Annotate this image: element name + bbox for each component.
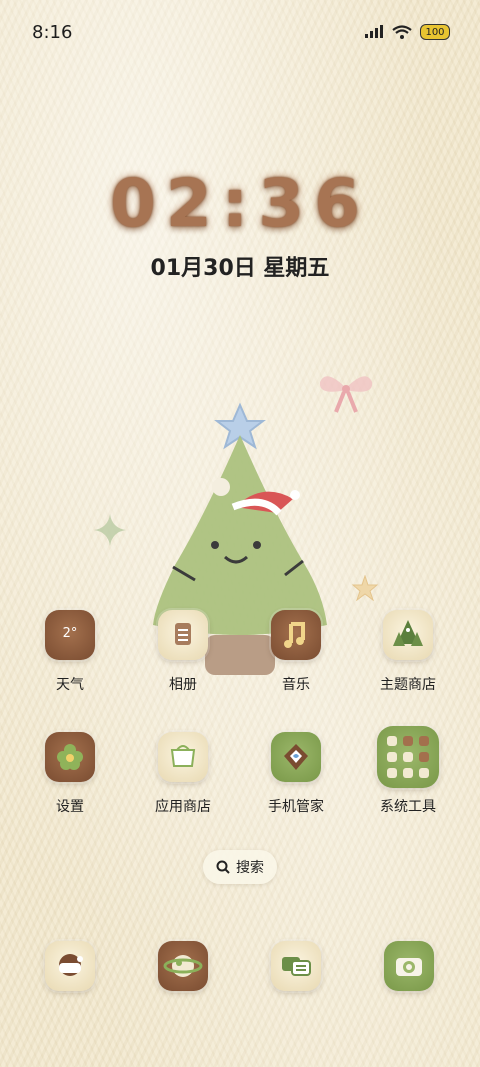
weather-icon: 2° bbox=[45, 610, 95, 660]
status-icons: 100 bbox=[364, 24, 450, 40]
gallery-icon bbox=[158, 610, 208, 660]
clock-widget[interactable]: 02:36 bbox=[0, 165, 480, 242]
app-label: 天气 bbox=[56, 677, 84, 693]
app-store-icon bbox=[158, 732, 208, 782]
app-label: 相册 bbox=[169, 677, 197, 693]
status-time: 8:16 bbox=[32, 22, 73, 43]
dock-messages[interactable] bbox=[271, 941, 321, 991]
sparkle-icon bbox=[94, 514, 126, 546]
system-tools-folder-icon bbox=[377, 726, 439, 788]
wifi-icon bbox=[392, 25, 412, 39]
star-sparkle-icon bbox=[352, 575, 378, 601]
settings-icon bbox=[45, 732, 95, 782]
messages-icon bbox=[271, 941, 321, 991]
theme-store-icon bbox=[383, 610, 433, 660]
dock-phone[interactable] bbox=[45, 941, 95, 991]
status-bar: 8:16 100 bbox=[0, 0, 480, 68]
signal-icon bbox=[365, 25, 383, 38]
app-app-store[interactable]: 应用商店 bbox=[133, 732, 233, 816]
phone-manager-icon bbox=[271, 732, 321, 782]
app-label: 应用商店 bbox=[155, 799, 211, 815]
search-button[interactable]: 搜索 bbox=[203, 850, 277, 884]
camera-icon bbox=[384, 941, 434, 991]
dock-browser[interactable] bbox=[158, 941, 208, 991]
search-icon bbox=[216, 860, 230, 874]
app-system-tools-folder[interactable]: 系统工具 bbox=[358, 726, 458, 816]
app-settings[interactable]: 设置 bbox=[20, 732, 120, 816]
search-label: 搜索 bbox=[236, 860, 264, 876]
app-weather[interactable]: 2° 天气 bbox=[20, 610, 120, 694]
app-theme-store[interactable]: 主题商店 bbox=[358, 610, 458, 694]
music-icon bbox=[271, 610, 321, 660]
battery-icon: 100 bbox=[420, 24, 450, 40]
app-phone-manager[interactable]: 手机管家 bbox=[246, 732, 346, 816]
app-label: 手机管家 bbox=[268, 799, 324, 815]
app-label: 设置 bbox=[56, 799, 84, 815]
dock-camera[interactable] bbox=[384, 941, 434, 991]
app-label: 主题商店 bbox=[380, 677, 436, 693]
browser-icon bbox=[158, 941, 208, 991]
app-label: 系统工具 bbox=[380, 799, 436, 815]
app-gallery[interactable]: 相册 bbox=[133, 610, 233, 694]
weather-temp: 2° bbox=[62, 626, 78, 641]
app-label: 音乐 bbox=[282, 677, 310, 693]
app-music[interactable]: 音乐 bbox=[246, 610, 346, 694]
phone-icon bbox=[45, 941, 95, 991]
clock-date: 01月30日 星期五 bbox=[150, 256, 330, 281]
clock-time: 02:36 bbox=[109, 165, 371, 242]
